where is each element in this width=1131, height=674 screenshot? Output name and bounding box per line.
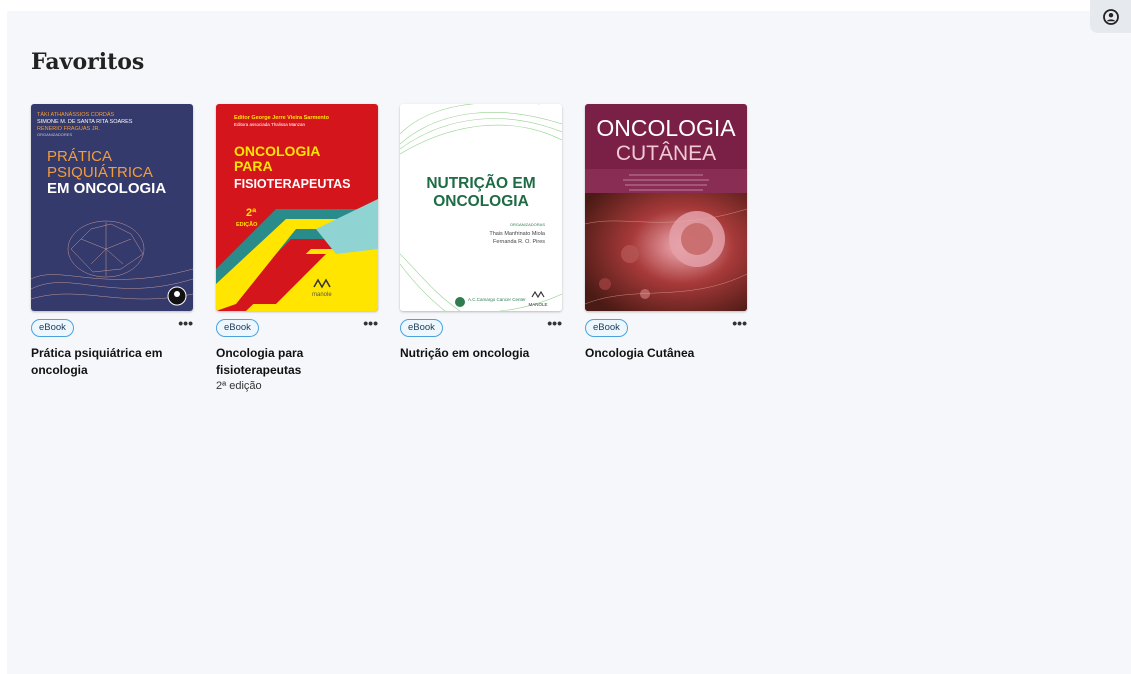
cover-title: NUTRIÇÃO EM [426, 174, 535, 192]
book-card[interactable]: Editor George Jerre Vieira Sarmento Edit… [216, 104, 378, 392]
cover-title: CUTÂNEA [616, 142, 716, 165]
cover-title: PARA [234, 158, 273, 174]
book-card[interactable]: NUTRIÇÃO EM ONCOLOGIA ORGANIZADORAS Thai… [400, 104, 562, 362]
more-options-icon[interactable]: ••• [363, 315, 378, 331]
page-title: Favoritos [31, 49, 145, 75]
ebook-badge: eBook [585, 319, 628, 337]
cover-editor: Editor George Jerre Vieira Sarmento [234, 115, 330, 121]
cover-logo: A.C.Camargo Cancer Center [468, 297, 526, 302]
cover-title: ONCOLOGIA [234, 143, 320, 159]
more-options-icon[interactable]: ••• [732, 315, 747, 331]
book-title[interactable]: Oncologia para fisioterapeutas [216, 345, 378, 379]
book-card[interactable]: TÁKI ATHANÁSSIOS CORDÁS SIMONE M. DE SAN… [31, 104, 193, 379]
cover-role: ORGANIZADORES [37, 132, 72, 137]
cover-title: PRÁTICA [47, 148, 112, 165]
book-title[interactable]: Oncologia Cutânea [585, 345, 747, 362]
cover-title: ONCOLOGIA [596, 115, 736, 141]
cover-publisher: manole [312, 292, 332, 298]
book-cover[interactable]: ONCOLOGIA CUTÂNEA [585, 104, 747, 311]
more-options-icon[interactable]: ••• [178, 315, 193, 331]
book-cover[interactable]: Editor George Jerre Vieira Sarmento Edit… [216, 104, 378, 311]
cover-title: FISIOTERAPEUTAS [234, 177, 350, 191]
book-title[interactable]: Nutrição em oncologia [400, 345, 562, 362]
book-edition: 2ª edição [216, 380, 262, 392]
cover-author: TÁKI ATHANÁSSIOS CORDÁS [37, 111, 115, 118]
more-options-icon[interactable]: ••• [547, 315, 562, 331]
cover-assoc: Editora associada Thalissa Manzan [234, 122, 305, 127]
cover-title: ONCOLOGIA [433, 193, 529, 210]
cover-title: PSIQUIÁTRICA [47, 164, 153, 181]
user-menu-button[interactable] [1090, 0, 1131, 33]
cover-title: EM ONCOLOGIA [47, 180, 166, 197]
cover-author: SIMONE M. DE SANTA RITA SOARES [37, 119, 133, 125]
cover-author: Fernanda R. O. Pires [493, 239, 545, 245]
cover-role: ORGANIZADORAS [510, 222, 545, 227]
book-card[interactable]: ONCOLOGIA CUTÂNEA eBook ••• Oncologia Cu… [585, 104, 747, 362]
book-cover[interactable]: TÁKI ATHANÁSSIOS CORDÁS SIMONE M. DE SAN… [31, 104, 193, 311]
ebook-badge: eBook [400, 319, 443, 337]
book-title[interactable]: Prática psiquiátrica em oncologia [31, 345, 193, 379]
ebook-badge: eBook [31, 319, 74, 337]
ebook-badge: eBook [216, 319, 259, 337]
cover-edition-word: EDIÇÃO [236, 221, 258, 228]
user-circle-icon [1102, 8, 1119, 25]
cover-author: Thais Manfrinato Miola [489, 231, 546, 237]
cover-edition-mark: 2ª [246, 207, 257, 219]
cover-publisher: MANOLE [528, 302, 547, 307]
book-cover[interactable]: NUTRIÇÃO EM ONCOLOGIA ORGANIZADORAS Thai… [400, 104, 562, 311]
